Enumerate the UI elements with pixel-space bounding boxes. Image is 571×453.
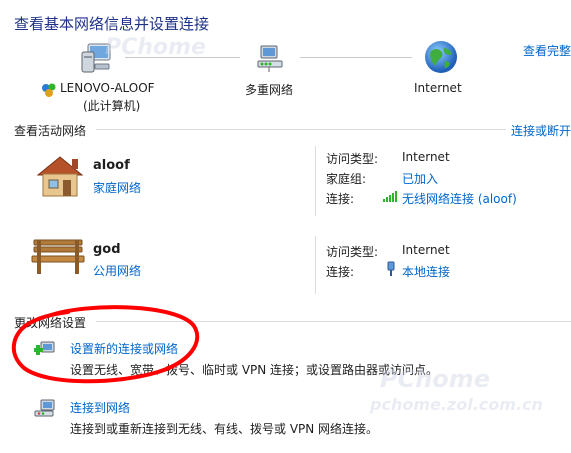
home-network-type-link[interactable]: 家庭网络 <box>93 179 141 196</box>
homegroup-joined-link[interactable]: 已加入 <box>402 170 438 187</box>
page-title: 查看基本网络信息并设置连接 <box>14 15 210 33</box>
map-connector-2 <box>300 57 412 58</box>
connection-label: 连接: <box>326 192 355 206</box>
watermark-bottom: PChome <box>380 365 491 393</box>
network-name-aloof: aloof <box>93 158 130 173</box>
public-network-bench-icon <box>30 238 86 276</box>
watermark-bottom-url: pchome.zol.com.cn <box>370 395 543 414</box>
access-type-label-2: 访问类型: <box>326 245 379 259</box>
connect-to-network-link[interactable]: 连接到网络 <box>70 399 130 416</box>
view-full-map-link[interactable]: 查看完整 <box>523 42 571 59</box>
wifi-signal-icon <box>383 190 399 202</box>
home-network-icon <box>34 153 86 199</box>
computer-subtitle: (此计算机) <box>83 99 141 113</box>
section-divider-active <box>96 129 506 130</box>
red-annotation-circle <box>8 300 204 390</box>
access-type-label: 访问类型: <box>326 152 379 166</box>
network-multi-icon <box>255 44 285 74</box>
homegroup-icon <box>40 81 58 99</box>
network-name-god: god <box>93 242 121 257</box>
connect-network-icon <box>34 398 56 418</box>
local-connection-link[interactable]: 本地连接 <box>402 263 450 280</box>
internet-label: Internet <box>414 81 462 95</box>
active-networks-label: 查看活动网络 <box>14 124 87 138</box>
access-type-value: Internet <box>402 150 450 164</box>
multi-network-label: 多重网络 <box>245 83 294 97</box>
homegroup-label: 家庭组: <box>326 172 367 186</box>
access-type-value-2: Internet <box>402 243 450 257</box>
connect-disconnect-link[interactable]: 连接或断开 <box>511 122 571 139</box>
ethernet-plug-icon <box>386 261 396 277</box>
globe-icon <box>423 39 459 75</box>
public-network-type-link[interactable]: 公用网络 <box>93 262 141 279</box>
watermark-top: PChome <box>105 35 206 60</box>
computer-name: LENOVO-ALOOF <box>60 81 155 95</box>
network-divider-2 <box>315 236 316 294</box>
wireless-connection-link[interactable]: 无线网络连接 (aloof) <box>402 190 517 207</box>
network-divider-1 <box>315 146 316 216</box>
connect-to-network-description: 连接到或重新连接到无线、有线、拨号或 VPN 网络连接。 <box>70 422 379 436</box>
connection-label-2: 连接: <box>326 265 355 279</box>
